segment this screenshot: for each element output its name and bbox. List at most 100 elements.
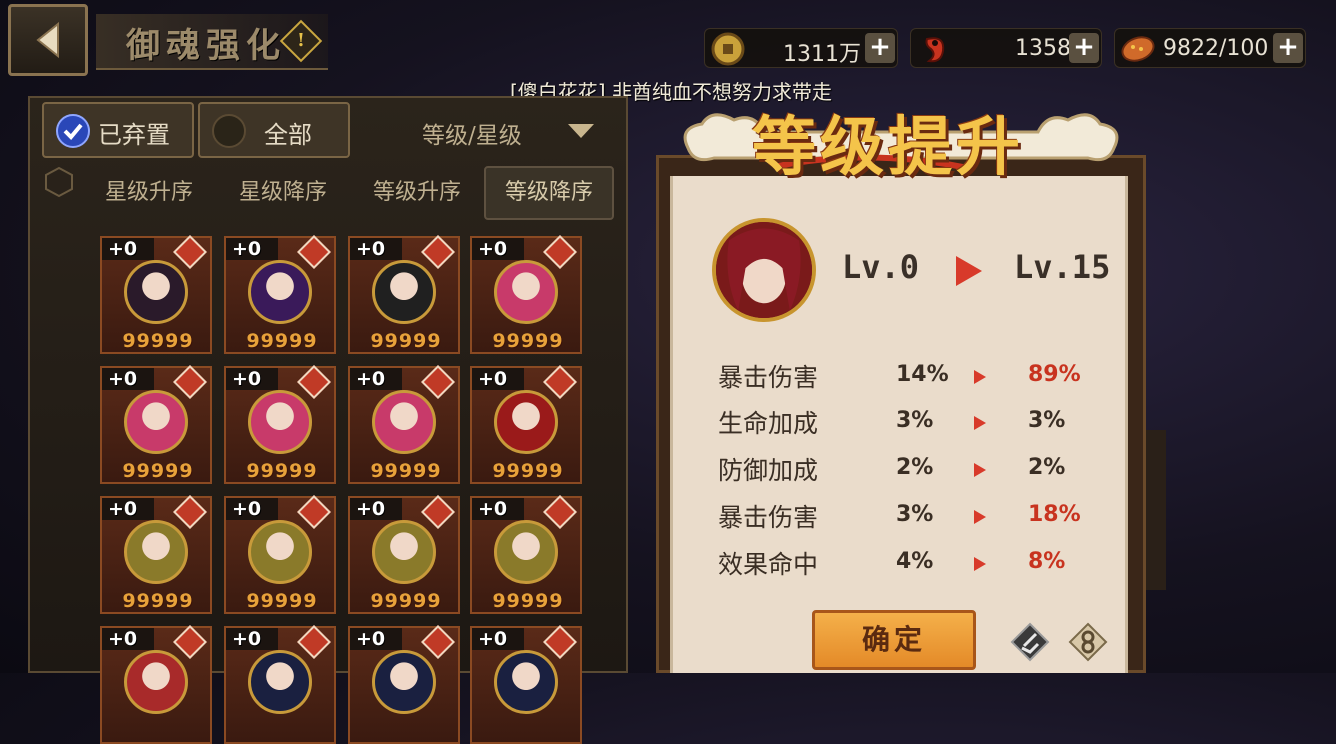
stat-from-value: 3% <box>896 408 934 433</box>
card-portrait <box>494 650 558 714</box>
stat-to-value: 89% <box>1028 362 1081 387</box>
card-enhance-level: +0 <box>478 498 508 520</box>
card-portrait <box>494 390 558 454</box>
discard-broom-icon[interactable] <box>1010 622 1050 662</box>
soul-card[interactable]: +0 99999 <box>470 365 582 484</box>
tab-level-desc[interactable]: 等级降序 <box>484 166 614 220</box>
card-enhance-level: +0 <box>478 368 508 390</box>
add-jade-button[interactable]: + <box>1069 33 1099 63</box>
coin-value: 1311万 <box>783 42 861 67</box>
tab-level-asc[interactable]: 等级升序 <box>352 166 482 220</box>
soul-card[interactable]: +0 99999 <box>100 495 212 614</box>
lock-icon[interactable] <box>1068 622 1108 662</box>
jade-value: 1358 <box>1015 36 1071 61</box>
card-portrait <box>124 390 188 454</box>
soul-card[interactable]: +0 99999 <box>470 235 582 354</box>
soul-card[interactable]: +0 <box>348 625 460 744</box>
soul-card[interactable]: +0 99999 <box>224 365 336 484</box>
soul-card[interactable]: +0 <box>100 625 212 744</box>
hexagon-icon[interactable] <box>44 166 74 198</box>
stat-row: 防御加成 2% 2% <box>718 451 1098 491</box>
discard-tag-icon <box>297 235 331 269</box>
card-portrait <box>248 260 312 324</box>
card-score: 99999 <box>492 460 564 482</box>
checkbox-unchecked-icon <box>212 114 246 148</box>
soul-card[interactable]: +0 99999 <box>470 495 582 614</box>
sort-criteria-dropdown[interactable]: 等级/星级 <box>382 104 622 156</box>
stat-arrow-icon <box>974 557 986 571</box>
card-enhance-level: +0 <box>232 628 262 650</box>
card-portrait <box>248 650 312 714</box>
card-enhance-level: +0 <box>478 238 508 260</box>
card-enhance-level: +0 <box>232 368 262 390</box>
back-arrow-icon <box>36 21 59 59</box>
tab-star-asc[interactable]: 星级升序 <box>84 166 214 220</box>
soul-card[interactable]: +0 99999 <box>224 495 336 614</box>
tab-star-desc[interactable]: 星级降序 <box>218 166 348 220</box>
discard-tag-icon <box>297 625 331 659</box>
card-score: 99999 <box>246 460 318 482</box>
all-filter-toggle[interactable]: 全部 <box>198 102 350 158</box>
discard-tag-icon <box>173 365 207 399</box>
card-score: 99999 <box>370 460 442 482</box>
soul-card[interactable]: +0 99999 <box>100 235 212 354</box>
confirm-button[interactable]: 确定 <box>812 610 976 670</box>
level-before: Lv.0 <box>842 248 920 286</box>
discard-tag-icon <box>543 235 577 269</box>
card-portrait <box>124 650 188 714</box>
discard-tag-icon <box>543 625 577 659</box>
discarded-filter-toggle[interactable]: 已弃置 <box>42 102 194 158</box>
discarded-label: 已弃置 <box>98 121 170 149</box>
stat-to-value: 3% <box>1028 408 1066 433</box>
resource-coin: 1311万 + <box>704 28 898 68</box>
card-score: 99999 <box>370 330 442 352</box>
stamina-food-icon <box>1121 36 1155 62</box>
card-portrait <box>124 260 188 324</box>
discard-tag-icon <box>421 495 455 529</box>
discard-tag-icon <box>173 625 207 659</box>
discard-tag-icon <box>173 235 207 269</box>
discard-tag-icon <box>421 235 455 269</box>
add-stamina-button[interactable]: + <box>1273 33 1303 63</box>
card-enhance-level: +0 <box>478 628 508 650</box>
back-button[interactable] <box>8 4 88 76</box>
stat-name: 暴击伤害 <box>718 503 819 532</box>
add-coin-button[interactable]: + <box>865 33 895 63</box>
card-portrait <box>372 390 436 454</box>
stat-name: 生命加成 <box>718 409 819 438</box>
stamina-value: 9822/100 <box>1163 36 1269 61</box>
stat-arrow-icon <box>974 370 986 384</box>
stat-arrow-icon <box>974 463 986 477</box>
card-portrait <box>372 520 436 584</box>
level-arrow-icon <box>956 256 982 286</box>
soul-card[interactable]: +0 99999 <box>348 495 460 614</box>
discard-tag-icon <box>421 625 455 659</box>
card-enhance-level: +0 <box>356 628 386 650</box>
card-enhance-level: +0 <box>356 498 386 520</box>
level-up-banner-title: 等级提升 <box>752 110 1024 185</box>
card-portrait <box>248 520 312 584</box>
checkbox-checked-icon <box>56 114 90 148</box>
card-score: 99999 <box>492 590 564 612</box>
discard-tag-icon <box>297 365 331 399</box>
stat-name: 效果命中 <box>718 550 819 579</box>
stat-from-value: 3% <box>896 502 934 527</box>
stat-row: 暴击伤害 14% 89% <box>718 358 1098 398</box>
soul-card[interactable]: +0 <box>224 625 336 744</box>
stat-to-value: 2% <box>1028 455 1066 480</box>
soul-card[interactable]: +0 99999 <box>348 365 460 484</box>
stat-arrow-icon <box>974 510 986 524</box>
soul-card[interactable]: +0 <box>470 625 582 744</box>
stat-row: 暴击伤害 3% 18% <box>718 498 1098 538</box>
card-enhance-level: +0 <box>108 498 138 520</box>
card-enhance-level: +0 <box>108 368 138 390</box>
card-portrait <box>494 520 558 584</box>
soul-card[interactable]: +0 99999 <box>100 365 212 484</box>
card-enhance-level: +0 <box>108 628 138 650</box>
soul-card[interactable]: +0 99999 <box>224 235 336 354</box>
stat-from-value: 2% <box>896 455 934 480</box>
card-enhance-level: +0 <box>232 498 262 520</box>
soul-card[interactable]: +0 99999 <box>348 235 460 354</box>
card-enhance-level: +0 <box>356 238 386 260</box>
discard-tag-icon <box>543 495 577 529</box>
